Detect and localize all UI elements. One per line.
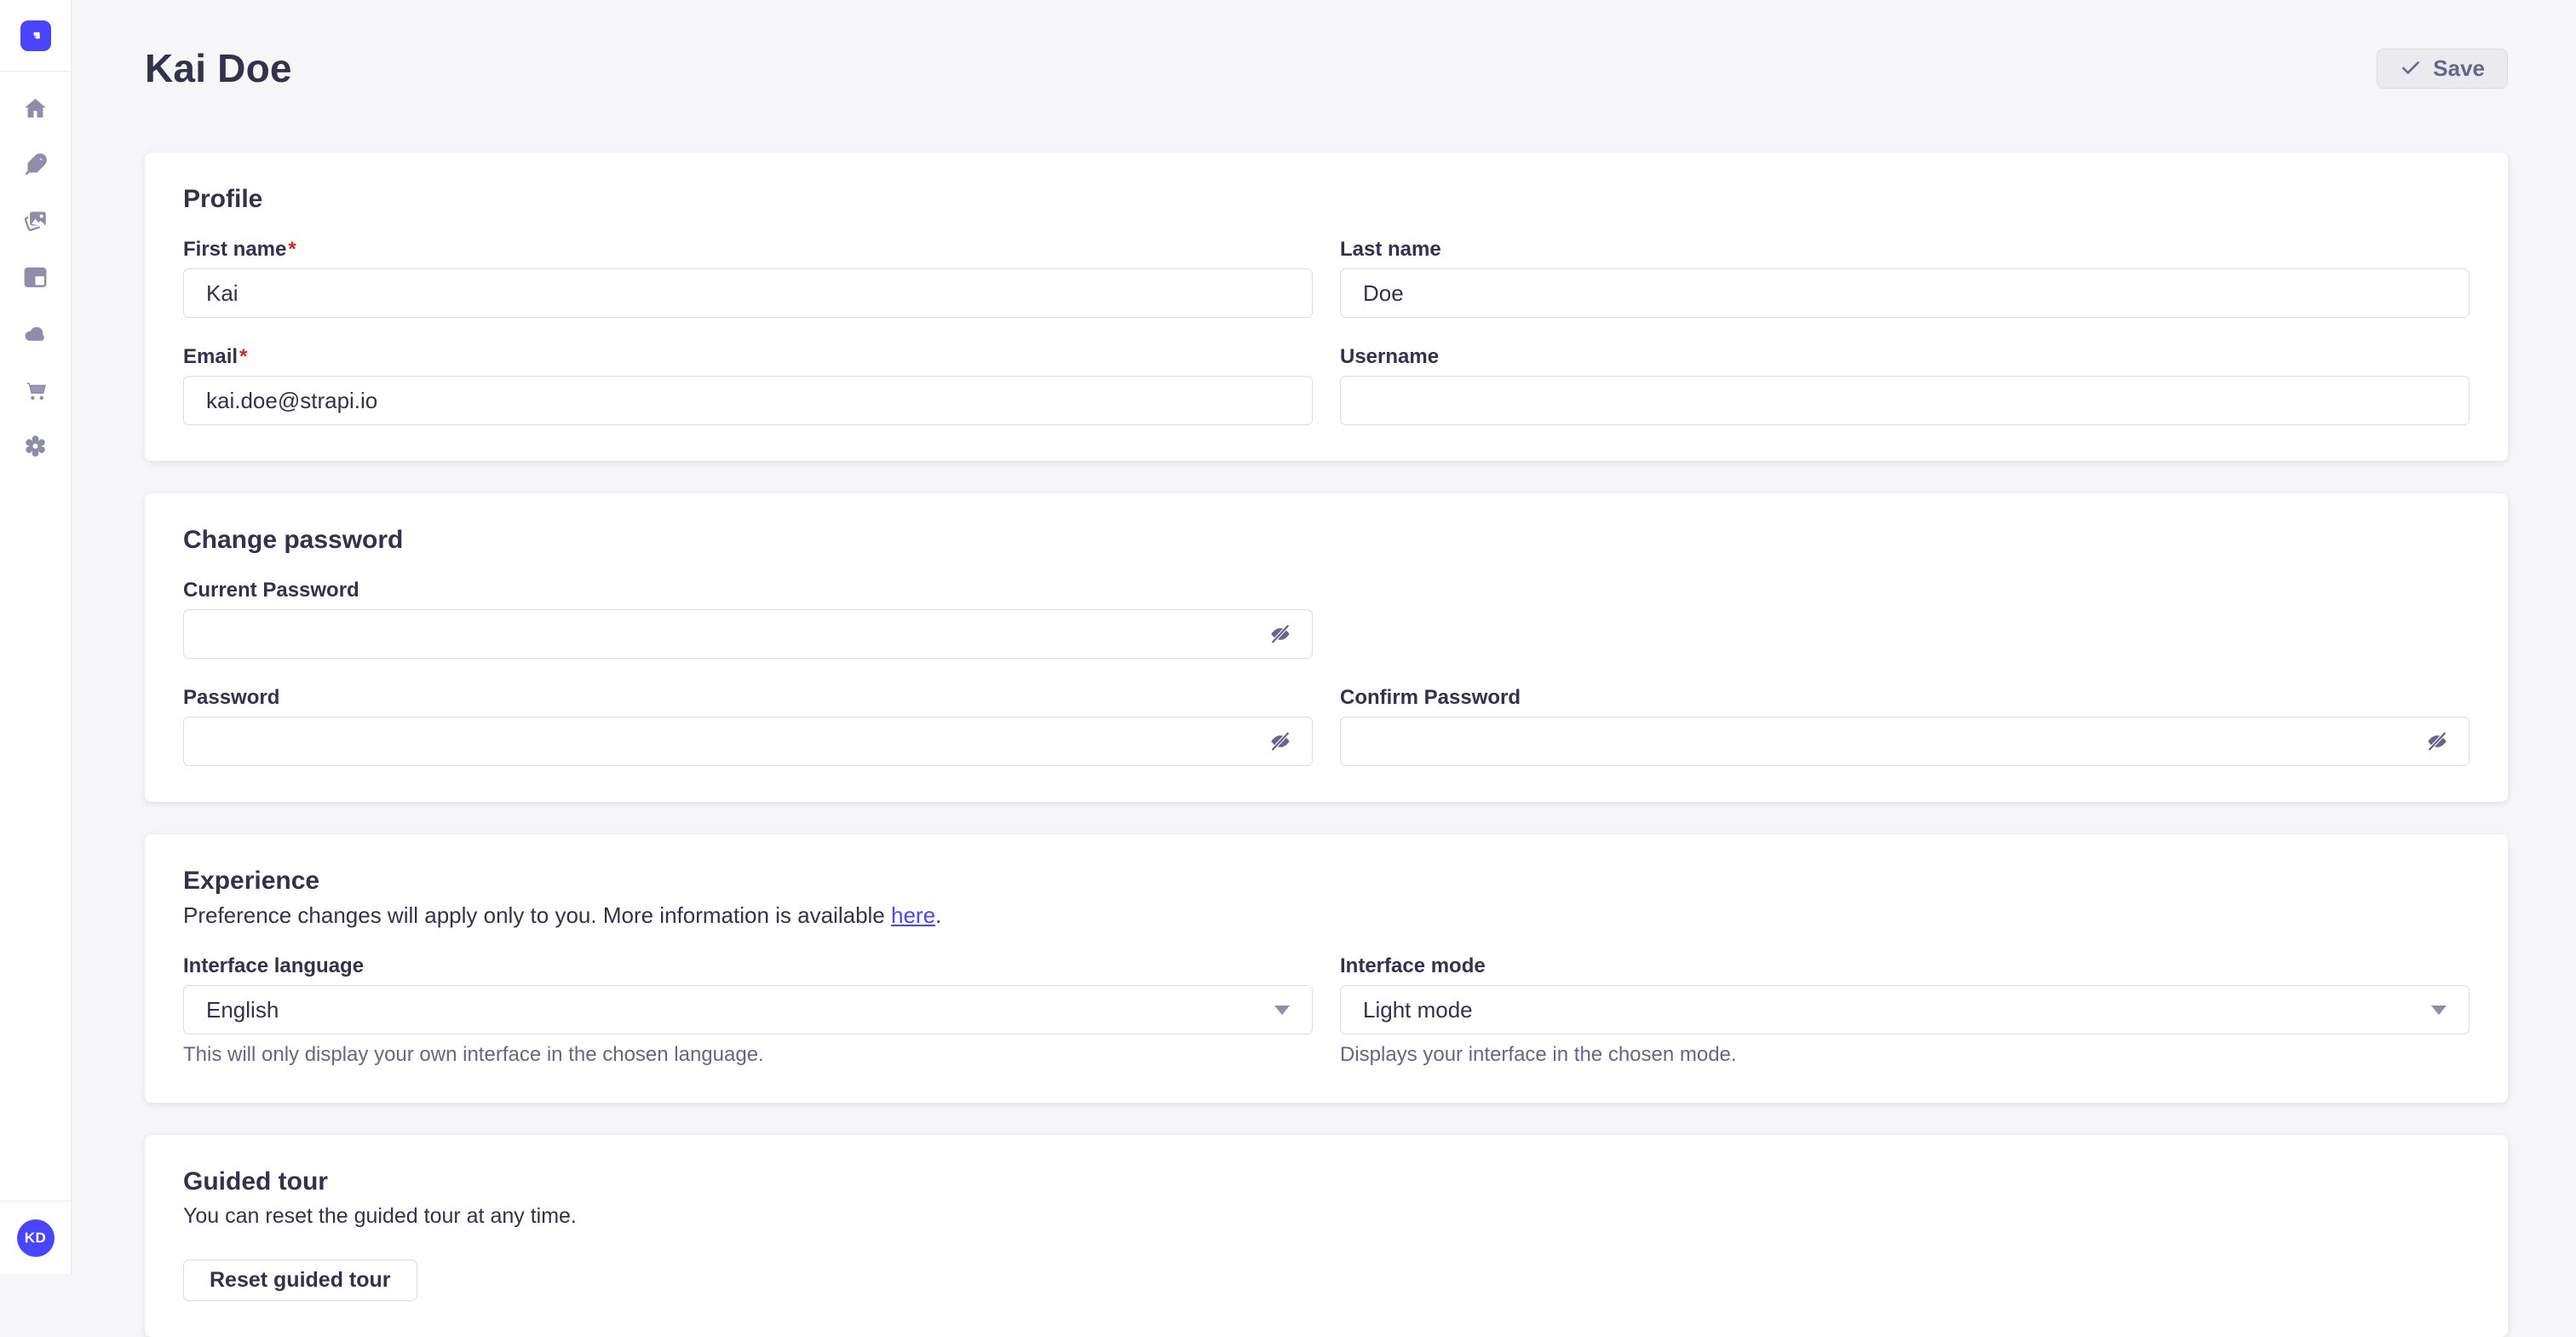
- sidebar: KD: [0, 0, 72, 1274]
- toggle-password-visibility-button[interactable]: [1262, 723, 1299, 760]
- interface-language-label: Interface language: [183, 954, 1313, 978]
- sidebar-item-home[interactable]: [17, 97, 55, 124]
- current-password-input[interactable]: [183, 609, 1313, 659]
- spacer-cell: [1340, 579, 2470, 659]
- email-field-group: Email*: [183, 345, 1313, 425]
- interface-mode-label: Interface mode: [1340, 954, 2470, 978]
- new-password-field-group: Password: [183, 686, 1313, 766]
- layout-icon: [22, 264, 49, 295]
- current-password-label: Current Password: [183, 579, 1313, 602]
- sidebar-item-content-type-builder[interactable]: [17, 266, 55, 293]
- experience-description: Preference changes will apply only to yo…: [183, 902, 2470, 929]
- username-label: Username: [1340, 345, 2470, 369]
- last-name-field-group: Last name: [1340, 238, 2470, 318]
- logo-container: [0, 0, 71, 72]
- interface-language-hint: This will only display your own interfac…: [183, 1043, 1313, 1067]
- confirm-password-field-group: Confirm Password: [1340, 686, 2470, 766]
- change-password-section-title: Change password: [183, 526, 2470, 555]
- reset-guided-tour-button[interactable]: Reset guided tour: [183, 1259, 417, 1301]
- current-password-field-group: Current Password: [183, 579, 1313, 659]
- interface-mode-field-group: Interface mode Light mode Displays your …: [1340, 954, 2470, 1067]
- change-password-card: Change password Current Password: [145, 493, 2508, 802]
- interface-language-field-group: Interface language English This will onl…: [183, 954, 1313, 1067]
- toggle-current-password-visibility-button[interactable]: [1262, 615, 1299, 653]
- last-name-input[interactable]: [1340, 268, 2470, 318]
- save-button-label: Save: [2433, 55, 2485, 82]
- first-name-label: First name*: [183, 238, 1313, 262]
- main-content: Kai Doe Save Profile First name* Last na…: [72, 0, 2576, 1274]
- save-button[interactable]: Save: [2377, 49, 2508, 89]
- interface-mode-hint: Displays your interface in the chosen mo…: [1340, 1043, 2470, 1067]
- guided-tour-card: Guided tour You can reset the guided tou…: [145, 1135, 2508, 1337]
- cart-icon: [22, 377, 49, 407]
- required-marker: *: [239, 345, 247, 368]
- strapi-logo[interactable]: [20, 20, 51, 51]
- sidebar-item-deploy[interactable]: [17, 322, 55, 349]
- sidebar-footer: KD: [0, 1201, 71, 1274]
- profile-section-title: Profile: [183, 185, 2470, 214]
- strapi-logo-icon: [26, 26, 45, 45]
- gear-icon: [22, 433, 49, 464]
- cloud-icon: [22, 320, 49, 351]
- home-icon: [22, 95, 49, 126]
- screen: KD Kai Doe Save Profile First name*: [0, 0, 2576, 1274]
- interface-mode-select[interactable]: Light mode: [1340, 985, 2470, 1034]
- avatar[interactable]: KD: [17, 1219, 55, 1257]
- email-label: Email*: [183, 345, 1313, 369]
- username-field-group: Username: [1340, 345, 2470, 425]
- chevron-down-icon: [2431, 1006, 2447, 1015]
- more-information-link[interactable]: here: [891, 902, 935, 928]
- guided-tour-section-title: Guided tour: [183, 1167, 2470, 1196]
- required-marker: *: [288, 238, 296, 261]
- sidebar-item-settings[interactable]: [17, 435, 55, 462]
- password-input[interactable]: [183, 717, 1313, 766]
- sidebar-item-marketplace[interactable]: [17, 378, 55, 406]
- experience-card: Experience Preference changes will apply…: [145, 834, 2508, 1103]
- email-input[interactable]: [183, 376, 1313, 425]
- sidebar-item-media-library[interactable]: [17, 210, 55, 237]
- last-name-label: Last name: [1340, 238, 2470, 262]
- page-header: Kai Doe Save: [145, 41, 2508, 95]
- guided-tour-description: You can reset the guided tour at any tim…: [183, 1204, 2470, 1229]
- check-icon: [2400, 57, 2422, 79]
- interface-language-select[interactable]: English: [183, 985, 1313, 1034]
- first-name-field-group: First name*: [183, 238, 1313, 318]
- sidebar-nav: [0, 72, 71, 1201]
- chevron-down-icon: [1274, 1006, 1290, 1015]
- feather-icon: [22, 152, 49, 182]
- confirm-password-input[interactable]: [1340, 717, 2470, 766]
- images-icon: [22, 208, 49, 239]
- username-input[interactable]: [1340, 376, 2470, 425]
- experience-section-title: Experience: [183, 867, 2470, 896]
- eye-slash-icon: [2424, 729, 2450, 754]
- page-title: Kai Doe: [145, 45, 292, 91]
- interface-mode-value: Light mode: [1363, 997, 1473, 1023]
- interface-language-value: English: [206, 997, 279, 1023]
- profile-card: Profile First name* Last name Email* Use…: [145, 153, 2508, 461]
- password-label: Password: [183, 686, 1313, 710]
- sidebar-item-content-manager[interactable]: [17, 153, 55, 181]
- first-name-input[interactable]: [183, 268, 1313, 318]
- toggle-confirm-password-visibility-button[interactable]: [2418, 723, 2456, 760]
- eye-slash-icon: [1268, 621, 1293, 647]
- confirm-password-label: Confirm Password: [1340, 686, 2470, 710]
- eye-slash-icon: [1268, 729, 1293, 754]
